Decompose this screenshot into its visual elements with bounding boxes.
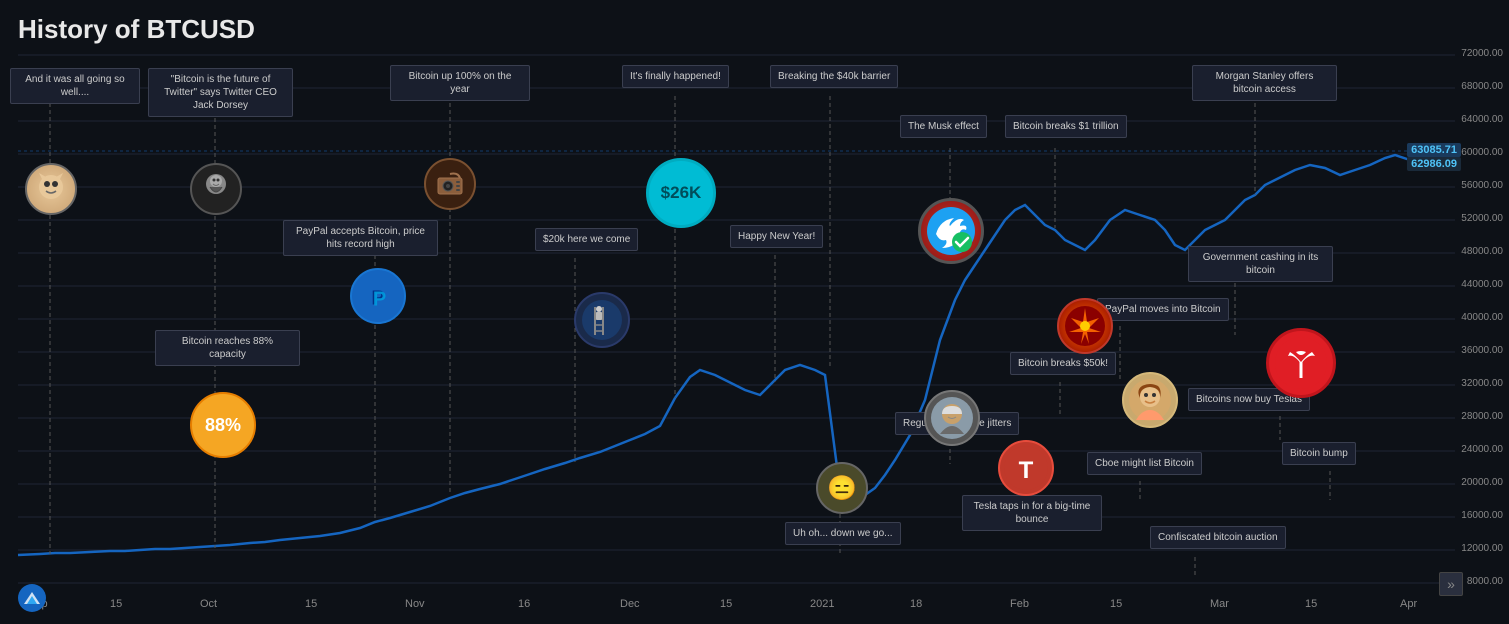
- circle-sad-face: 😑: [816, 462, 868, 514]
- y-label-20000: 20000.00: [1461, 477, 1503, 488]
- svg-text:P: P: [373, 288, 386, 310]
- y-label-36000: 36000.00: [1461, 345, 1503, 356]
- y-label-28000: 28000.00: [1461, 411, 1503, 422]
- circle-tesla-dark: T: [998, 440, 1054, 496]
- x-label-15e: 15: [1305, 598, 1317, 610]
- y-label-44000: 44000.00: [1461, 279, 1503, 290]
- circle-paypal: P P: [350, 268, 406, 324]
- y-label-64000: 64000.00: [1461, 114, 1503, 125]
- circle-explosion: [1057, 298, 1113, 354]
- y-label-8000: 8000.00: [1467, 576, 1503, 587]
- circle-yellen: [924, 390, 980, 446]
- prev-price-label: 62986.09: [1407, 157, 1461, 171]
- x-label-nov: Nov: [405, 598, 425, 610]
- circle-ladder-man: [574, 292, 630, 348]
- x-label-15d: 15: [1110, 598, 1122, 610]
- circle-radio: [424, 158, 476, 210]
- x-label-15c: 15: [720, 598, 732, 610]
- chart-container: History of BTCUSD: [0, 0, 1509, 624]
- ann-paypal-accepts: PayPal accepts Bitcoin, price hits recor…: [283, 220, 438, 256]
- circle-26k: $26K: [646, 158, 716, 228]
- y-label-24000: 24000.00: [1461, 444, 1503, 455]
- y-label-56000: 56000.00: [1461, 180, 1503, 191]
- ann-88pct: Bitcoin reaches 88% capacity: [155, 330, 300, 366]
- x-label-15a: 15: [110, 598, 122, 610]
- x-label-dec: Dec: [620, 598, 640, 610]
- x-label-oct: Oct: [200, 598, 217, 610]
- ann-bitcoin-100: Bitcoin up 100% on the year: [390, 65, 530, 101]
- current-price-label: 63085.71: [1407, 143, 1461, 157]
- ann-tesla-taps: Tesla taps in for a big-time bounce: [962, 495, 1102, 531]
- ann-musk-effect: The Musk effect: [900, 115, 987, 138]
- x-label-16: 16: [518, 598, 530, 610]
- y-label-40000: 40000.00: [1461, 312, 1503, 323]
- circle-cat-lady: [25, 163, 77, 215]
- ann-cboe: Cboe might list Bitcoin: [1087, 452, 1202, 475]
- x-label-apr: Apr: [1400, 598, 1417, 610]
- logo-icon: [18, 584, 46, 612]
- circle-twitter-musk: [918, 198, 984, 264]
- x-label-2021: 2021: [810, 598, 834, 610]
- ann-jack-dorsey: "Bitcoin is the future of Twitter" says …: [148, 68, 293, 117]
- circle-tesla-red: [1266, 328, 1336, 398]
- svg-text:T: T: [1019, 457, 1034, 484]
- ann-morgan-stanley: Morgan Stanley offers bitcoin access: [1192, 65, 1337, 101]
- ann-bitcoin-bump: Bitcoin bump: [1282, 442, 1356, 465]
- y-label-52000: 52000.00: [1461, 213, 1503, 224]
- ann-1-trillion: Bitcoin breaks $1 trillion: [1005, 115, 1127, 138]
- circle-88pct: 88%: [190, 392, 256, 458]
- ann-40k: Breaking the $40k barrier: [770, 65, 898, 88]
- y-label-48000: 48000.00: [1461, 246, 1503, 257]
- ann-going-well: And it was all going so well....: [10, 68, 140, 104]
- circle-jack-dorsey: [190, 163, 242, 215]
- x-label-mar: Mar: [1210, 598, 1229, 610]
- ann-happy-new-year: Happy New Year!: [730, 225, 823, 248]
- y-label-16000: 16000.00: [1461, 510, 1503, 521]
- ann-government: Government cashing in its bitcoin: [1188, 246, 1333, 282]
- ann-50k: Bitcoin breaks $50k!: [1010, 352, 1116, 375]
- chevron-right-button[interactable]: »: [1439, 572, 1463, 596]
- x-label-15b: 15: [305, 598, 317, 610]
- y-label-12000: 12000.00: [1461, 543, 1503, 554]
- x-label-18: 18: [910, 598, 922, 610]
- ann-paypal-moves: PayPal moves into Bitcoin: [1097, 298, 1229, 321]
- y-label-32000: 32000.00: [1461, 378, 1503, 389]
- y-label-72000: 72000.00: [1461, 48, 1503, 59]
- circle-woman-face: [1122, 372, 1178, 428]
- y-label-60000: 60000.00: [1461, 147, 1503, 158]
- ann-20k: $20k here we come: [535, 228, 638, 251]
- ann-down-we-go: Uh oh... down we go...: [785, 522, 901, 545]
- ann-confiscated: Confiscated bitcoin auction: [1150, 526, 1286, 549]
- x-label-feb: Feb: [1010, 598, 1029, 610]
- y-label-68000: 68000.00: [1461, 81, 1503, 92]
- ann-finally: It's finally happened!: [622, 65, 729, 88]
